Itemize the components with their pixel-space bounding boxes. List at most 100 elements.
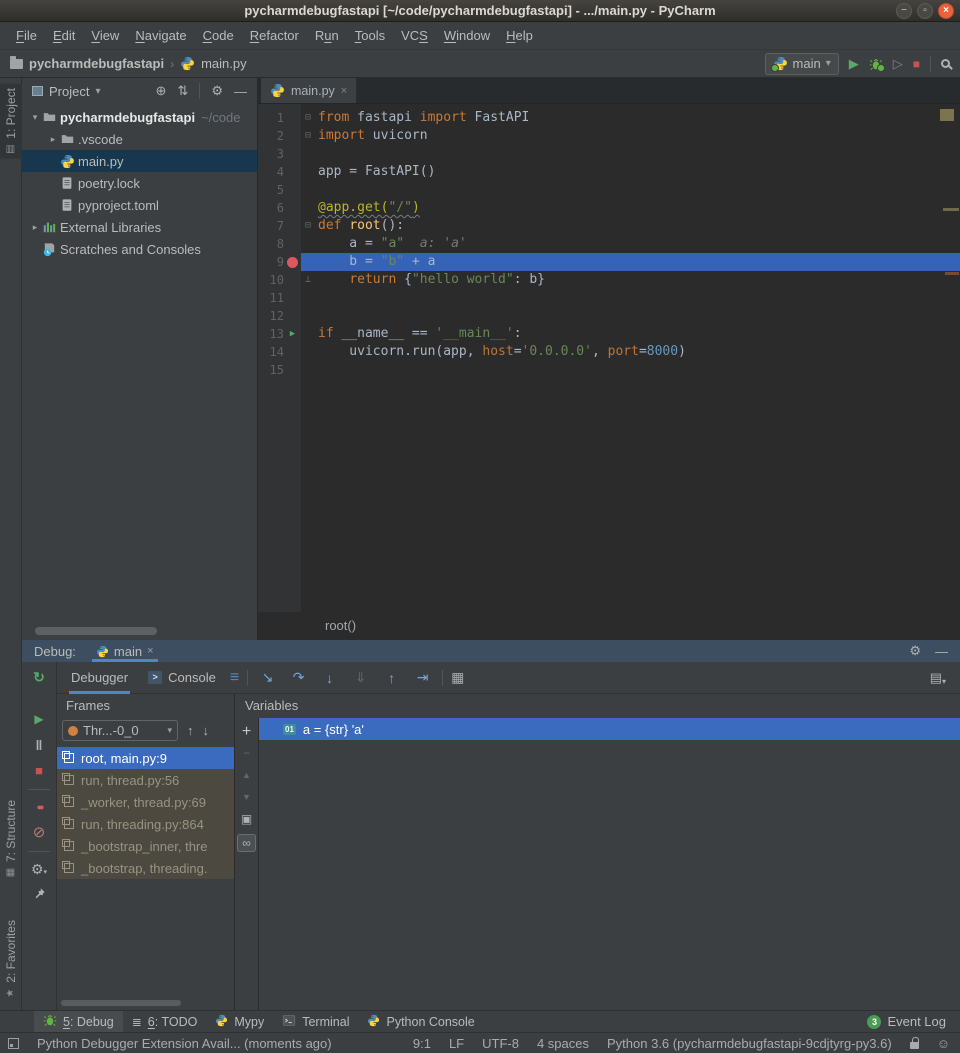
menu-tools[interactable]: Tools (347, 28, 393, 43)
code-line-15[interactable]: 15 (258, 361, 960, 379)
editor-breadcrumb[interactable]: root() (258, 612, 960, 640)
step-out-icon[interactable]: ↑ (380, 670, 403, 686)
line-number[interactable]: 6 (258, 199, 284, 217)
project-tree-item-External-Libraries[interactable]: ▸External Libraries (22, 216, 257, 238)
tree-expanded-icon[interactable]: ▾ (28, 112, 42, 123)
toolwindow-button-6-todo[interactable]: ≣6: TODO (123, 1011, 207, 1032)
code-line-body[interactable]: b = "b" + a (301, 253, 960, 271)
show-execution-point-icon[interactable]: ↘ (256, 669, 279, 686)
code-line-body[interactable] (301, 289, 960, 307)
line-number[interactable]: 2 (258, 127, 284, 145)
code-area[interactable]: 1⊟from fastapi import FastAPI2⊟import uv… (258, 104, 960, 612)
coverage-button[interactable]: ▷ (893, 56, 903, 72)
duplicate-watch-icon[interactable]: ▣ (241, 812, 252, 826)
toolwindow-button-python-console[interactable]: Python Console (358, 1011, 483, 1032)
menu-refactor[interactable]: Refactor (242, 28, 307, 43)
horizontal-scrollbar[interactable] (61, 1000, 181, 1006)
code-line-12[interactable]: 12 (258, 307, 960, 325)
stack-frame[interactable]: root, main.py:9 (57, 747, 234, 769)
code-line-body[interactable] (301, 181, 960, 199)
interpreter-indicator[interactable]: Python 3.6 (pycharmdebugfastapi-9cdjtyrg… (607, 1036, 892, 1051)
collapse-all-icon[interactable]: ⇅ (177, 83, 188, 99)
mute-breakpoints-icon[interactable]: ⊘ (33, 825, 46, 842)
fold-start-icon[interactable]: ⊟ (301, 109, 315, 127)
line-number[interactable]: 7 (258, 217, 284, 235)
evaluate-expression-icon[interactable]: ▦ (451, 669, 464, 686)
hide-panel-icon[interactable]: — (935, 644, 948, 659)
line-number[interactable]: 14 (258, 343, 284, 361)
menu-vcs[interactable]: VCS (393, 28, 436, 43)
code-line-body[interactable] (301, 145, 960, 163)
window-minimize-icon[interactable]: − (896, 3, 912, 19)
code-line-7[interactable]: 7⊟def root(): (258, 217, 960, 235)
code-line-body[interactable]: app = FastAPI() (301, 163, 960, 181)
debug-settings-gear-icon[interactable]: ⚙▾ (31, 861, 47, 878)
step-over-icon[interactable]: ↷ (287, 669, 310, 686)
gutter-marker[interactable] (284, 235, 301, 253)
menu-edit[interactable]: Edit (45, 28, 83, 43)
indent-indicator[interactable]: 4 spaces (537, 1036, 589, 1051)
close-icon[interactable]: × (147, 645, 153, 657)
variable-row[interactable]: 01a = {str} 'a' (259, 718, 960, 740)
tab-console[interactable]: > Console (142, 662, 222, 694)
line-number[interactable]: 10 (258, 271, 284, 289)
hide-panel-icon[interactable]: — (234, 84, 247, 99)
line-number[interactable]: 4 (258, 163, 284, 181)
code-line-body[interactable]: if __name__ == '__main__': (301, 325, 960, 343)
gutter-marker[interactable] (284, 199, 301, 217)
toolwindow-button-5-debug[interactable]: 5: Debug (34, 1011, 123, 1032)
code-line-6[interactable]: 6@app.get("/") (258, 199, 960, 217)
lock-icon[interactable] (910, 1042, 919, 1049)
gutter-marker[interactable] (284, 307, 301, 325)
project-panel-title[interactable]: Project (49, 84, 89, 99)
toolwindow-toggle-icon[interactable] (8, 1038, 19, 1049)
line-number[interactable]: 1 (258, 109, 284, 127)
status-message[interactable]: Python Debugger Extension Avail... (mome… (37, 1036, 332, 1051)
code-line-body[interactable]: a = "a" a: 'a' (301, 235, 960, 253)
code-line-13[interactable]: 13▶if __name__ == '__main__': (258, 325, 960, 343)
rerun-icon[interactable]: ↻ (33, 669, 45, 686)
gutter-marker[interactable] (284, 361, 301, 379)
tree-collapsed-icon[interactable]: ▸ (28, 222, 42, 233)
locate-file-icon[interactable]: ⊕ (156, 83, 167, 99)
close-icon[interactable]: × (341, 85, 347, 97)
line-number[interactable]: 9 (258, 253, 284, 271)
menu-help[interactable]: Help (498, 28, 541, 43)
tab-debugger[interactable]: Debugger (65, 662, 134, 694)
restore-layout-icon[interactable]: ▤▾ (930, 670, 946, 686)
stack-frame[interactable]: run, thread.py:56 (57, 769, 234, 791)
thread-selector[interactable]: Thr...-0_0 ▾ (62, 720, 178, 741)
stack-frame[interactable]: run, threading.py:864 (57, 813, 234, 835)
run-to-cursor-icon[interactable]: ⇥ (411, 669, 434, 686)
stop-icon[interactable]: ■ (35, 763, 43, 780)
run-configuration-select[interactable]: main ▾ (765, 53, 839, 75)
code-line-2[interactable]: 2⊟import uvicorn (258, 127, 960, 145)
code-line-4[interactable]: 4 app = FastAPI() (258, 163, 960, 181)
horizontal-scrollbar[interactable] (35, 627, 157, 635)
code-line-10[interactable]: 10⊥ return {"hello world": b} (258, 271, 960, 289)
pin-icon[interactable] (33, 887, 46, 904)
code-line-3[interactable]: 3 (258, 145, 960, 163)
hector-inspector-icon[interactable]: ☺ (937, 1036, 950, 1051)
code-line-11[interactable]: 11 (258, 289, 960, 307)
line-number[interactable]: 8 (258, 235, 284, 253)
stripe-tab-structure[interactable]: ▦ 7: Structure (0, 796, 22, 882)
breadcrumb-project[interactable]: pycharmdebugfastapi (29, 56, 164, 71)
stack-frame[interactable]: _bootstrap, threading. (57, 857, 234, 879)
line-number[interactable]: 13 (258, 325, 284, 343)
project-tree-item-pycharmdebugfastapi[interactable]: ▾pycharmdebugfastapi~/code (22, 106, 257, 128)
line-ending-indicator[interactable]: LF (449, 1036, 464, 1051)
stop-button[interactable]: ■ (913, 57, 920, 71)
fold-end-icon[interactable]: ⊥ (301, 271, 315, 289)
breadcrumb-file[interactable]: main.py (201, 56, 247, 71)
view-breakpoints-icon[interactable]: ●● (37, 799, 42, 816)
code-line-8[interactable]: 8 a = "a" a: 'a' (258, 235, 960, 253)
stripe-tab-favorites[interactable]: ★ 2: Favorites (0, 916, 22, 1003)
view-options-icon[interactable]: ≡ (230, 669, 239, 687)
run-button[interactable]: ▶ (849, 56, 859, 72)
stack-frame[interactable]: _worker, thread.py:69 (57, 791, 234, 813)
debug-button[interactable] (869, 57, 883, 71)
project-tree-item-pyproject-toml[interactable]: pyproject.toml (22, 194, 257, 216)
chevron-down-icon[interactable]: ▾ (95, 86, 100, 97)
stack-frame[interactable]: _bootstrap_inner, thre (57, 835, 234, 857)
